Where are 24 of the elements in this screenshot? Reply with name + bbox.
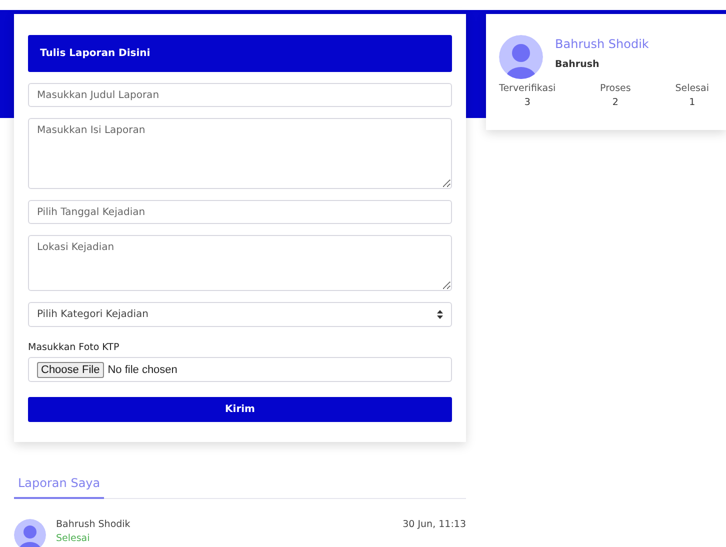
form-header: Tulis Laporan Disini bbox=[28, 35, 452, 72]
profile-name: Bahrush Shodik bbox=[555, 37, 649, 51]
avatar-icon bbox=[499, 35, 543, 79]
file-status: No file chosen bbox=[108, 364, 178, 376]
text-area[interactable]: Masukkan Isi Laporan bbox=[28, 118, 452, 189]
report-status: Selesai bbox=[56, 533, 91, 544]
reporter-name: Bahrush Shodik bbox=[56, 519, 132, 530]
category-dropdown[interactable]: Pilih Kategori Kejadian bbox=[28, 302, 452, 327]
submit-button[interactable]: Kirim bbox=[28, 397, 452, 422]
report-date: 30 Jun, 11:13 bbox=[402, 519, 466, 530]
stat-value: 3 bbox=[524, 97, 530, 108]
stat-value: 2 bbox=[612, 97, 618, 108]
sort-arrows-icon bbox=[437, 310, 443, 319]
choose-file-button[interactable]: Choose File bbox=[37, 362, 104, 378]
input-field[interactable]: Pilih Tanggal Kejadian bbox=[28, 200, 452, 224]
text-area[interactable]: Lokasi Kejadian bbox=[28, 235, 452, 291]
stat-label: Selesai bbox=[675, 83, 709, 94]
input-field[interactable]: Masukkan Judul Laporan bbox=[28, 83, 452, 107]
stat-value: 1 bbox=[689, 97, 696, 108]
stat-label: Terverifikasi bbox=[499, 83, 556, 94]
avatar-icon bbox=[14, 519, 46, 547]
field-label: Masukkan Foto KTP bbox=[28, 342, 120, 353]
username: Bahrush bbox=[555, 59, 600, 70]
stat-label: Proses bbox=[600, 83, 631, 94]
